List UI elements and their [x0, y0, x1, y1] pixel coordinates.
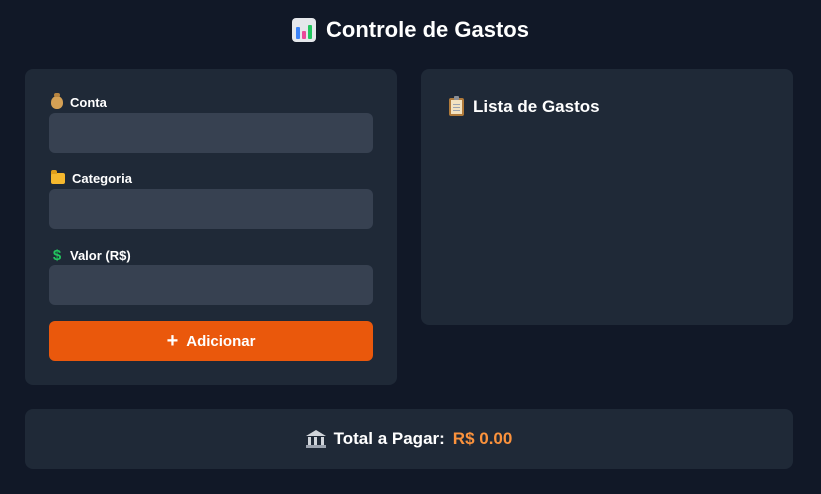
conta-input[interactable] — [49, 113, 373, 153]
add-button[interactable]: + Adicionar — [49, 321, 373, 361]
valor-input[interactable] — [49, 265, 373, 305]
total-panel: Total a Pagar: R$ 0.00 — [25, 409, 793, 469]
bank-icon — [305, 430, 326, 448]
field-label-text: Categoria — [72, 171, 132, 186]
dollar-icon: $ — [52, 247, 62, 264]
bar-chart-icon — [292, 18, 317, 42]
categoria-input[interactable] — [49, 189, 373, 229]
total-value: R$ 0.00 — [452, 429, 513, 448]
total-label: Total a Pagar: — [333, 429, 445, 448]
expense-form-panel: Conta Categoria $ Valor (R$) + Adicionar — [25, 69, 397, 385]
folder-icon — [51, 170, 65, 184]
field-label-conta: Conta — [51, 93, 107, 110]
add-button-label: Adicionar — [186, 332, 256, 350]
expense-list-panel: Lista de Gastos — [421, 69, 793, 325]
field-label-valor: $ Valor (R$) — [51, 247, 131, 264]
field-label-text: Valor (R$) — [70, 248, 131, 263]
field-label-categoria: Categoria — [51, 170, 132, 186]
list-title-text: Lista de Gastos — [473, 97, 600, 116]
money-bag-icon — [51, 93, 63, 109]
page-title: Controle de Gastos — [0, 17, 821, 43]
clipboard-icon — [449, 96, 464, 116]
page-title-text: Controle de Gastos — [326, 17, 529, 42]
field-label-text: Conta — [70, 95, 107, 110]
plus-icon: + — [166, 330, 179, 352]
list-title: Lista de Gastos — [449, 96, 600, 117]
